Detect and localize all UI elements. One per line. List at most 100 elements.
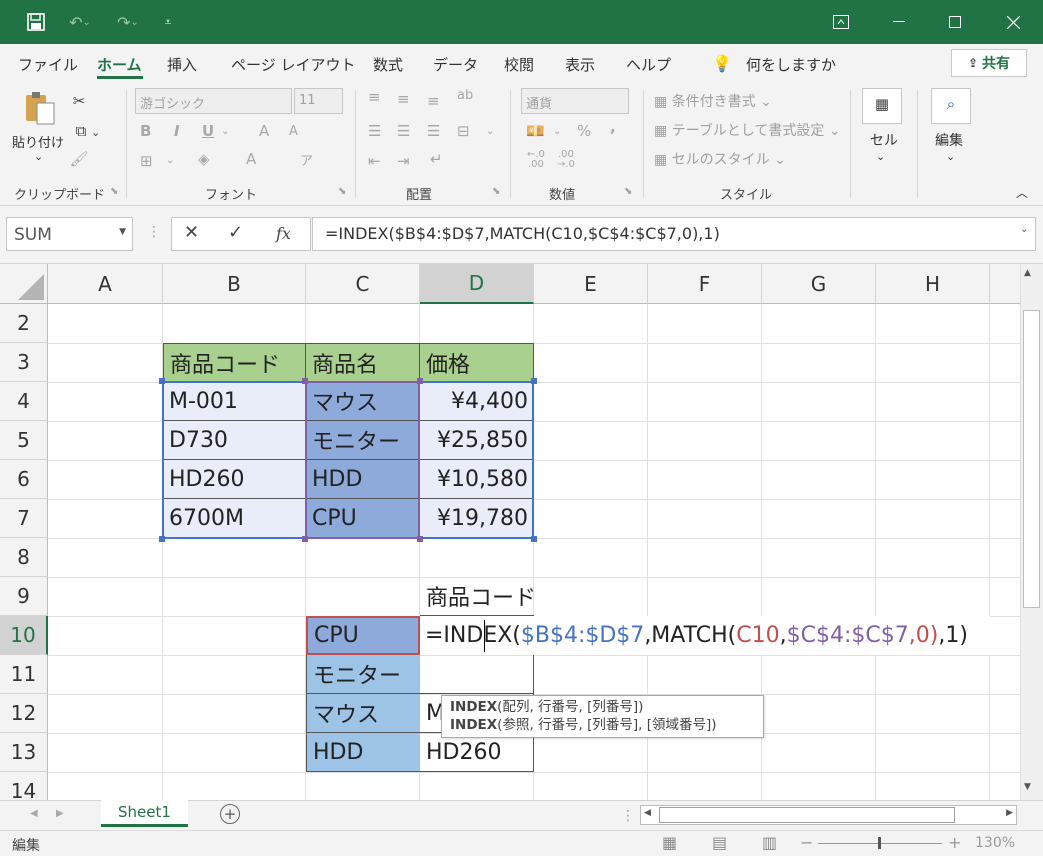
underline-dropdown-icon[interactable]: ⌄	[221, 126, 229, 137]
column-header-c[interactable]: C	[306, 264, 420, 304]
table-cell-name[interactable]: マウス	[306, 382, 420, 421]
range-handle[interactable]	[302, 378, 308, 384]
cells-label[interactable]: セル	[870, 130, 898, 150]
scroll-up-icon[interactable]: ▲	[1024, 268, 1031, 278]
table-cell-price[interactable]: ¥25,850	[420, 421, 534, 460]
row-header-8[interactable]: 8	[0, 538, 48, 577]
normal-view-icon[interactable]: ▦	[662, 833, 677, 852]
border-icon[interactable]: ⊞	[140, 152, 153, 170]
row-header-2[interactable]: 2	[0, 304, 48, 343]
cut-icon[interactable]: ✂	[68, 92, 90, 110]
align-middle-icon[interactable]: ≡	[397, 90, 410, 108]
fill-color-icon[interactable]: ◈	[198, 150, 210, 168]
table-cell-name[interactable]: モニター	[306, 421, 420, 460]
enter-icon[interactable]: ✓	[228, 222, 243, 243]
row-header-14[interactable]: 14	[0, 772, 48, 800]
paste-dropdown-icon[interactable]: ⌄	[34, 150, 43, 163]
align-left-icon[interactable]: ☰	[368, 122, 381, 140]
column-header-f[interactable]: F	[648, 264, 762, 304]
table-cell-code[interactable]: 6700M	[163, 499, 306, 538]
conditional-format-button[interactable]: ▦ 条件付き書式 ⌄	[654, 91, 772, 111]
select-all-corner[interactable]	[0, 264, 48, 304]
table-cell-price[interactable]: ¥4,400	[420, 382, 534, 421]
redo-icon[interactable]: ↷ ⌄	[108, 10, 148, 34]
copy-icon[interactable]: ⧉ ⌄	[68, 122, 108, 140]
table-cell-code[interactable]: D730	[163, 421, 306, 460]
zoom-in-icon[interactable]: +	[948, 833, 961, 852]
scroll-left-icon[interactable]: ◀	[644, 808, 651, 818]
tooltip-line-2[interactable]: INDEX(参照, 行番号, [列番号], [領域番号])	[450, 716, 755, 734]
align-bottom-icon[interactable]: ≡	[427, 92, 440, 110]
accounting-format-icon[interactable]: 💴	[526, 122, 545, 140]
paste-label[interactable]: 貼り付け	[12, 132, 64, 151]
tab-page-layout[interactable]: ページ レイアウト	[231, 54, 355, 75]
comma-button[interactable]: ,	[610, 118, 616, 136]
row-header-4[interactable]: 4	[0, 382, 48, 421]
scroll-thumb[interactable]	[1023, 310, 1040, 608]
cells-dropdown-icon[interactable]: ⌄	[876, 150, 885, 163]
increase-decimal-icon[interactable]: ←.0.00	[527, 150, 545, 170]
zoom-out-icon[interactable]: −	[800, 833, 813, 852]
h-scroll-thumb[interactable]	[659, 807, 955, 823]
function-tooltip[interactable]: INDEX(配列, 行番号, [列番号]) INDEX(参照, 行番号, [列番…	[441, 695, 764, 738]
column-header-partial[interactable]	[990, 264, 1020, 304]
table-cell-code[interactable]: HD260	[163, 460, 306, 499]
font-launcher-icon[interactable]: ⬊	[338, 186, 346, 197]
range-handle[interactable]	[159, 536, 165, 542]
table-cell-price[interactable]: ¥19,780	[420, 499, 534, 538]
range-handle[interactable]	[531, 378, 537, 384]
format-painter-icon[interactable]: 🖌	[68, 150, 90, 168]
row-header-5[interactable]: 5	[0, 421, 48, 460]
align-right-icon[interactable]: ☰	[427, 122, 440, 140]
cancel-icon[interactable]: ✕	[184, 222, 199, 243]
sheet-tab-sheet1[interactable]: Sheet1	[101, 800, 188, 827]
editing-label[interactable]: 編集	[935, 130, 963, 150]
add-sheet-icon[interactable]: +	[220, 804, 240, 824]
column-header-b[interactable]: B	[163, 264, 306, 304]
row-header-10[interactable]: 10	[0, 616, 48, 655]
row-header-7[interactable]: 7	[0, 499, 48, 538]
lookup-name-cell[interactable]: マウス	[306, 694, 420, 733]
decrease-indent-icon[interactable]: ⇤	[368, 152, 381, 170]
maximize-icon[interactable]	[926, 0, 984, 44]
cells-icon[interactable]: ▦	[862, 88, 902, 124]
row-header-6[interactable]: 6	[0, 460, 48, 499]
number-launcher-icon[interactable]: ⬊	[624, 186, 632, 197]
wrap-text-icon[interactable]: ↵	[430, 150, 443, 168]
border-dropdown-icon[interactable]: ⌄	[166, 155, 174, 166]
row-header-9[interactable]: 9	[0, 577, 48, 616]
increase-indent-icon[interactable]: ⇥	[397, 152, 410, 170]
row-header-13[interactable]: 13	[0, 733, 48, 772]
vertical-scrollbar[interactable]: ▲ ▼	[1020, 264, 1043, 800]
column-header-a[interactable]: A	[48, 264, 163, 304]
lookup-name-cell[interactable]: モニター	[306, 655, 420, 694]
close-icon[interactable]	[984, 0, 1042, 44]
align-top-icon[interactable]: ≡	[368, 88, 381, 106]
editing-dropdown-icon[interactable]: ⌄	[946, 150, 955, 163]
sheet-prev-icon[interactable]: ◀	[30, 808, 38, 819]
range-handle[interactable]	[417, 536, 423, 542]
name-box-dropdown-icon[interactable]: ▼	[119, 227, 126, 237]
range-handle[interactable]	[531, 536, 537, 542]
clipboard-launcher-icon[interactable]: ⬊	[110, 186, 118, 197]
save-icon[interactable]	[24, 10, 48, 34]
bold-button[interactable]: B	[140, 122, 151, 140]
tab-home[interactable]: ホーム	[97, 54, 142, 75]
tell-me-search[interactable]: 何をしますか	[746, 54, 836, 75]
column-header-d[interactable]: D	[420, 264, 534, 304]
tab-file[interactable]: ファイル	[18, 54, 78, 75]
page-break-view-icon[interactable]: ▥	[762, 833, 777, 852]
lookup-result-cell[interactable]	[420, 655, 534, 694]
range-handle[interactable]	[159, 378, 165, 384]
name-box[interactable]: SUM ▼	[6, 217, 133, 251]
customize-icon[interactable]: ⩡	[156, 10, 180, 34]
grow-font-button[interactable]: A	[259, 122, 269, 140]
table-cell-price[interactable]: ¥10,580	[420, 460, 534, 499]
cell-styles-button[interactable]: ▦ セルのスタイル ⌄	[654, 149, 786, 169]
lookup-name-cell[interactable]: CPU	[306, 616, 420, 655]
header-cell-code[interactable]: 商品コード	[163, 343, 306, 382]
shrink-font-button[interactable]: A	[289, 124, 298, 139]
tooltip-line-1[interactable]: INDEX(配列, 行番号, [列番号])	[450, 698, 755, 716]
underline-button[interactable]: U	[202, 122, 214, 140]
lookup-header-cell[interactable]: 商品コード	[420, 577, 534, 616]
